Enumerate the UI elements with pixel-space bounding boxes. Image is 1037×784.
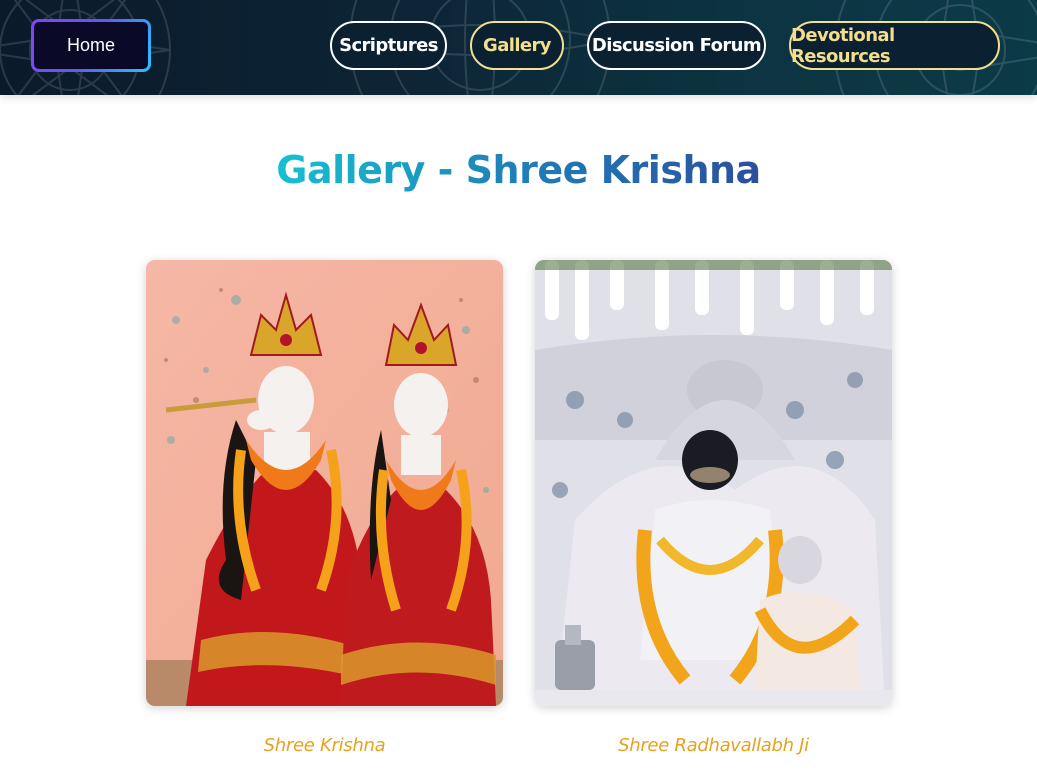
- nav-gallery-button[interactable]: Gallery: [470, 21, 564, 70]
- top-navbar: Home Scriptures Gallery Discussion Forum…: [0, 0, 1037, 95]
- home-button-label: Home: [34, 22, 148, 69]
- nav-devotional-resources-button[interactable]: Devotional Resources: [789, 21, 1000, 70]
- nav-discussion-forum-button[interactable]: Discussion Forum: [587, 21, 766, 70]
- gallery-card-shree-krishna[interactable]: [146, 260, 503, 706]
- caption-shree-radhavallabh-ji: Shree Radhavallabh Ji: [618, 735, 809, 756]
- shree-radhavallabh-ji-image: [535, 260, 892, 706]
- home-button[interactable]: Home: [31, 19, 151, 72]
- page-title-text: Gallery - Shree Krishna: [276, 148, 761, 192]
- caption-shree-krishna: Shree Krishna: [263, 735, 386, 756]
- page-title: Gallery - Shree Krishna: [0, 148, 1037, 192]
- gallery-card-shree-radhavallabh-ji[interactable]: [535, 260, 892, 706]
- shree-krishna-image: [146, 260, 503, 706]
- nav-scriptures-button[interactable]: Scriptures: [330, 21, 447, 70]
